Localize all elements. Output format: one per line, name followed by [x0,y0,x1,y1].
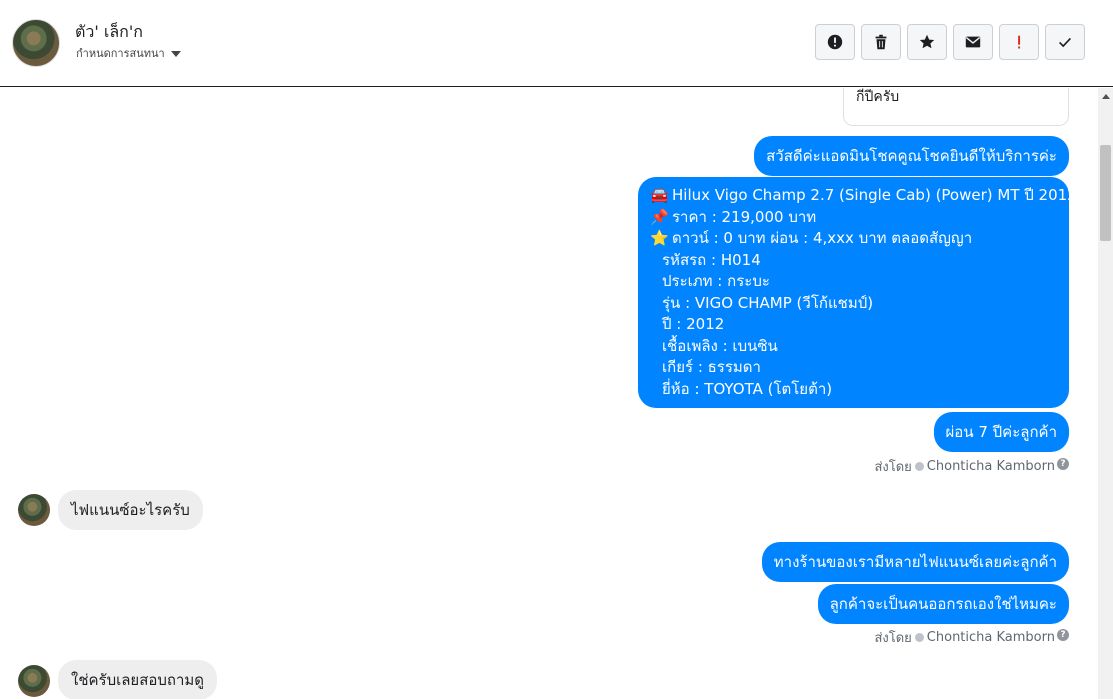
listing-title: Hilux Vigo Champ 2.7 (Single Cab) (Power… [672,186,1077,204]
outgoing-listing-message[interactable]: 🚘 Hilux Vigo Champ 2.7 (Single Cab) (Powe… [638,177,1077,408]
outgoing-message[interactable]: ลูกค้าจะเป็นคนออกรถเองใช่ไหมคะ [817,584,1069,624]
partial-message-card: กี่ปีครับ [843,88,1069,126]
message-text: ไฟแนนซ์อะไรครับ [71,501,190,519]
scroll-thumb[interactable] [1100,145,1111,241]
listing-price: ราคา : 219,000 บาท [672,207,817,226]
incoming-message[interactable]: ไฟแนนซ์อะไรครับ [58,490,203,530]
alert-circle-icon [827,34,843,50]
contact-name[interactable]: ตัว' เล็ก'ก [75,20,143,45]
listing-fuel: เชื้อเพลิง : เบนซิน [662,336,778,355]
car-icon: 🚘 [650,186,669,204]
listing-year: ปี : 2012 [662,315,725,333]
exclamation-icon [1018,35,1021,49]
listing-code: รหัสรถ : H014 [662,250,761,269]
outgoing-message[interactable]: ทางร้านของเรามีหลายไฟแนนซ์เลยค่ะลูกค้า [761,542,1069,582]
verified-icon [914,462,924,471]
trash-icon [875,34,887,50]
conversation-header: ตัว' เล็ก'ก กำหนดการสนทนา [0,0,1113,87]
pushpin-icon: 📌 [650,207,669,226]
verified-icon [914,633,924,642]
sent-by-prefix: ส่งโดย [874,460,912,475]
sent-by-label: ส่งโดย Chonticha Kamborn [874,456,1055,477]
important-button[interactable] [999,24,1039,60]
listing-model: รุ่น : VIGO CHAMP (วีโก้แชมป์) [662,293,874,312]
envelope-icon [965,36,981,48]
outgoing-message[interactable]: สวัสดีค่ะแอดมินโชคคูณโชคยินดีให้บริการค่… [754,136,1069,176]
outgoing-message[interactable]: ผ่อน 7 ปีค่ะลูกค้า [933,412,1069,452]
contact-avatar-small [18,494,50,526]
star-emoji-icon: ⭐ [650,229,669,247]
sent-by-agent[interactable]: Chonticha Kamborn [927,459,1055,474]
contact-avatar[interactable] [12,19,60,67]
contact-avatar-small [18,665,50,697]
message-text: ทางร้านของเรามีหลายไฟแนนซ์เลยค่ะลูกค้า [773,553,1057,571]
help-icon[interactable]: ? [1057,458,1069,470]
conversation-toolbar [815,24,1085,60]
listing-gear: เกียร์ : ธรรมดา [662,358,761,376]
assign-conversation-dropdown[interactable]: กำหนดการสนทนา [76,44,181,62]
mark-unread-button[interactable] [953,24,993,60]
delete-button[interactable] [861,24,901,60]
chevron-down-icon [170,50,181,57]
message-text: ใช่ครับเลยสอบถามดู [71,671,205,689]
message-text: สวัสดีค่ะแอดมินโชคคูณโชคยินดีให้บริการค่… [766,147,1057,165]
report-button[interactable] [815,24,855,60]
check-icon [1059,37,1071,48]
listing-down-payment: ดาวน์ : 0 บาท ผ่อน : 4,xxx บาท ตลอดสัญญา [672,229,973,247]
star-button[interactable] [907,24,947,60]
message-text: ผ่อน 7 ปีค่ะลูกค้า [945,423,1057,441]
assign-conversation-label: กำหนดการสนทนา [76,47,165,60]
listing-brand: ยี่ห้อ : TOYOTA (โตโยต้า) [662,379,833,398]
scroll-up-arrow-icon[interactable] [1102,94,1110,99]
star-icon [919,34,935,49]
help-icon[interactable]: ? [1057,629,1069,641]
sent-by-label: ส่งโดย Chonticha Kamborn [874,627,1055,648]
partial-message-text: กี่ปีครับ [856,89,900,105]
incoming-message[interactable]: ใช่ครับเลยสอบถามดู [58,660,218,699]
message-thread[interactable]: กี่ปีครับ สวัสดีค่ะแอดมินโชคคูณโชคยินดีใ… [0,88,1098,699]
listing-type: ประเภท : กระบะ [662,272,770,290]
sent-by-prefix: ส่งโดย [874,631,912,646]
sent-by-agent[interactable]: Chonticha Kamborn [927,630,1055,645]
message-text: ลูกค้าจะเป็นคนออกรถเองใช่ไหมคะ [829,595,1057,613]
done-button[interactable] [1045,24,1085,60]
scrollbar[interactable] [1098,88,1113,699]
